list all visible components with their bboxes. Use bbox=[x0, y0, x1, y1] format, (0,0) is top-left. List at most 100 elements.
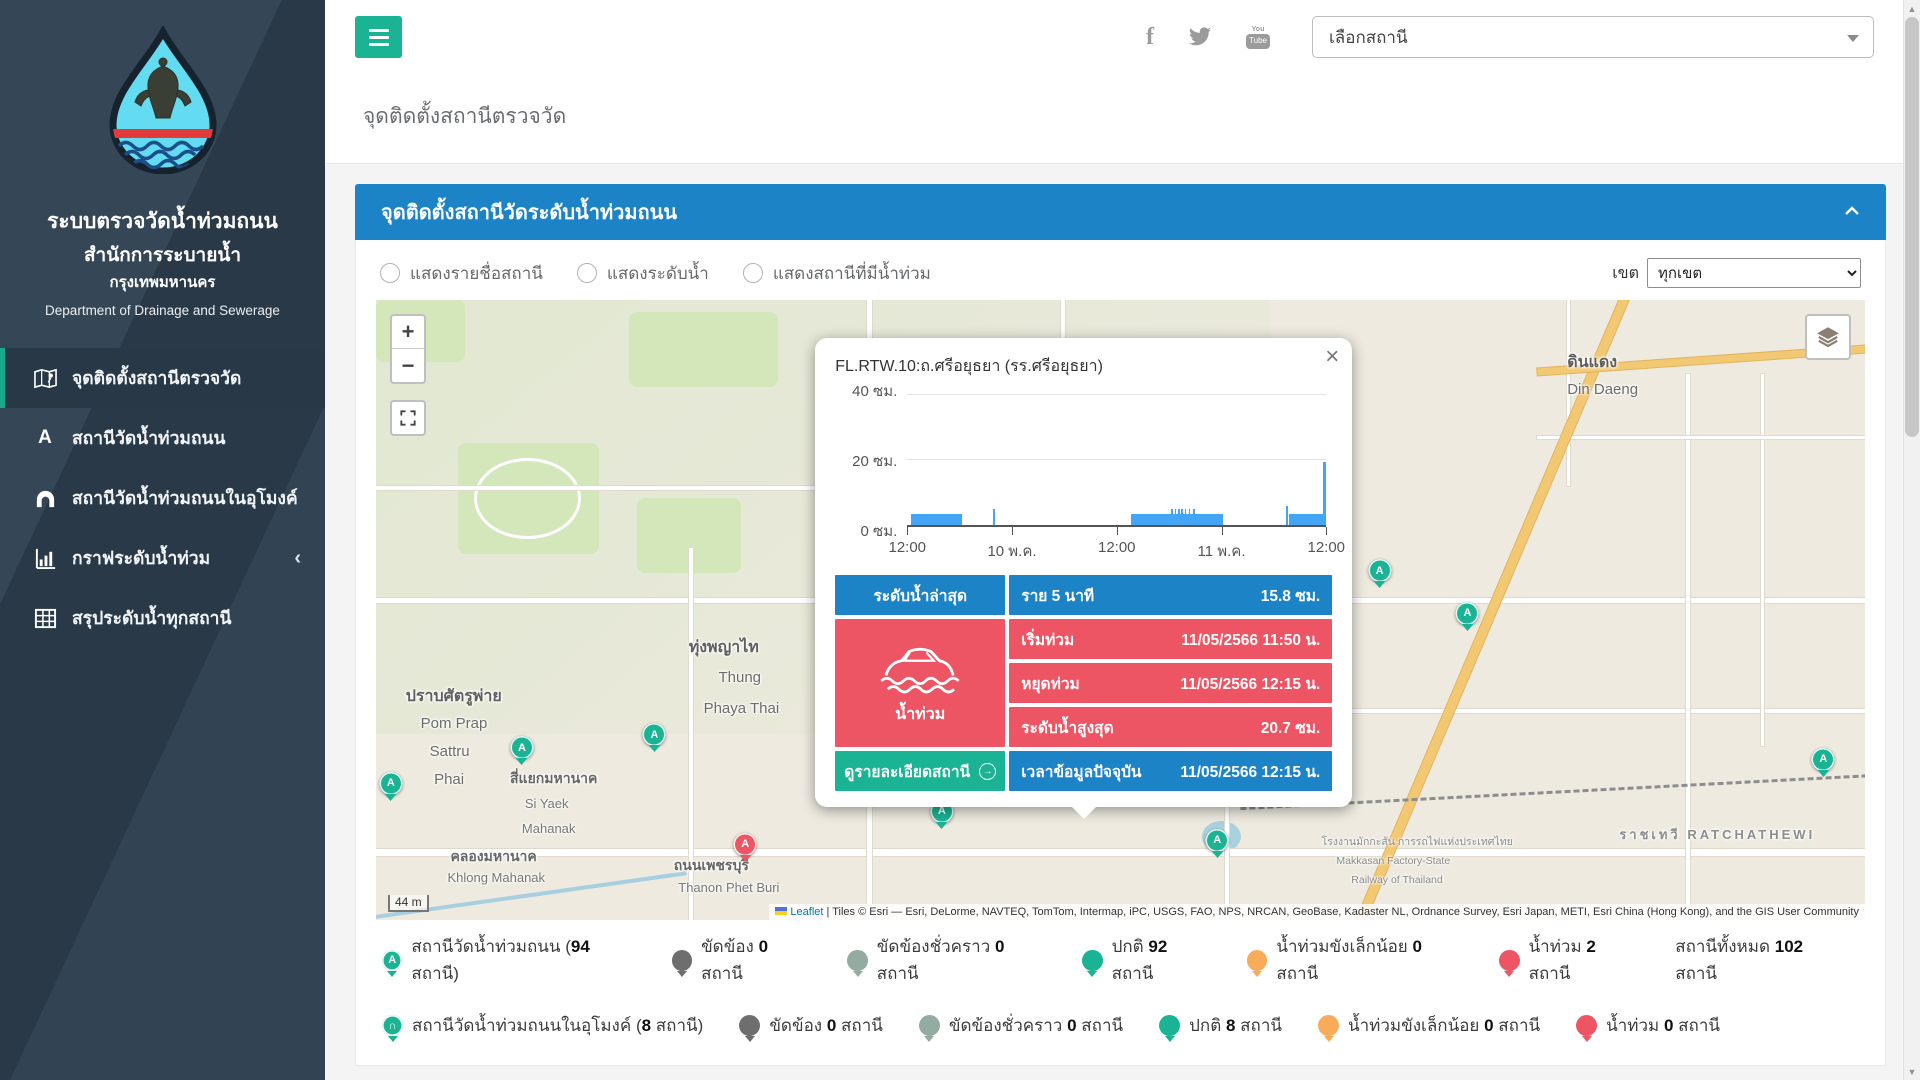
chart-x-tick-mark bbox=[1222, 527, 1223, 535]
legend-pin-icon bbox=[1082, 950, 1102, 971]
map-scale: 44 m bbox=[388, 895, 429, 912]
arrow-right-circle-icon: → bbox=[979, 763, 996, 780]
chart-icon bbox=[30, 547, 60, 570]
chart-gridline bbox=[907, 459, 1326, 460]
popup-table-row: เริ่มท่วม11/05/2566 11:50 น. bbox=[1009, 619, 1332, 659]
popup-row-label: หยุดท่วม bbox=[1021, 671, 1080, 696]
station-detail-button-label: ดูรายละเอียดสถานี bbox=[844, 759, 970, 784]
flood-status-label: น้ำท่วม bbox=[895, 702, 945, 727]
table-icon bbox=[30, 607, 60, 630]
twitter-icon[interactable] bbox=[1188, 27, 1212, 47]
chart-bar bbox=[1323, 462, 1326, 525]
radio-option-label: แสดงรายชื่อสถานี bbox=[410, 260, 543, 287]
popup-row-label: เริ่มท่วม bbox=[1021, 627, 1074, 652]
map-place-label: ดินแดง bbox=[1567, 350, 1617, 375]
chart-gridline bbox=[907, 394, 1326, 395]
chart-bar bbox=[1175, 509, 1177, 525]
map-place-label: Mahanak bbox=[522, 821, 575, 836]
scrollbar-thumb[interactable] bbox=[1905, 17, 1919, 437]
legend-item: น้ำท่วม 2 สถานี bbox=[1499, 933, 1639, 987]
legend-pin-icon bbox=[1499, 950, 1519, 971]
flood-status-cell: น้ำท่วม bbox=[835, 619, 1005, 747]
page-scrollbar[interactable]: ▲ ▼ bbox=[1903, 0, 1920, 1080]
map-place-label: ถนนเพชรบุรี bbox=[674, 855, 749, 877]
layers-control-button[interactable] bbox=[1805, 314, 1851, 360]
map-place-label: Thung bbox=[718, 669, 761, 686]
chart-x-tick-label: 12:00 bbox=[888, 539, 926, 556]
scrollbar-up-arrow[interactable]: ▲ bbox=[1904, 0, 1920, 17]
zoom-out-button[interactable]: − bbox=[392, 349, 424, 382]
scrollbar-down-arrow[interactable]: ▼ bbox=[1904, 1063, 1920, 1080]
legend-pin-icon bbox=[672, 950, 692, 971]
radio-circle-icon[interactable] bbox=[743, 263, 763, 283]
legend-total-label: สถานีทั้งหมด 102 สถานี bbox=[1675, 933, 1845, 987]
legend-pin-icon bbox=[1318, 1015, 1339, 1036]
sidebar-item[interactable]: สถานีวัดน้ำท่วมถนนในอุโมงค์ bbox=[0, 468, 325, 528]
sidebar-item[interactable]: จุดติดตั้งสถานีตรวจวัด bbox=[0, 348, 325, 408]
map-place-label: ทุ่งพญาไท bbox=[689, 635, 759, 660]
chart-y-tick-label: 20 ซม. bbox=[852, 449, 897, 473]
app-title-th: ระบบตรวจวัดน้ำท่วมถนน bbox=[0, 205, 325, 240]
menu-toggle-button[interactable] bbox=[355, 16, 402, 58]
station-select[interactable]: เลือกสถานี bbox=[1312, 16, 1874, 58]
youtube-icon[interactable]: You Tube bbox=[1246, 26, 1270, 49]
station-marker-green[interactable]: A bbox=[1206, 829, 1229, 852]
sidebar-item[interactable]: สรุประดับน้ำทุกสถานี bbox=[0, 588, 325, 648]
popup-table-row: หยุดท่วม11/05/2566 12:15 น. bbox=[1009, 663, 1332, 703]
sidebar-item[interactable]: กราฟระดับน้ำท่วม‹ bbox=[0, 528, 325, 588]
district-select[interactable]: ทุกเขต bbox=[1647, 258, 1861, 288]
legend-pin-icon bbox=[919, 1015, 940, 1036]
chevron-down-icon bbox=[1847, 35, 1859, 42]
zoom-in-button[interactable]: + bbox=[392, 316, 424, 349]
map-place-label: Khlong Mahanak bbox=[447, 870, 545, 885]
map-place-label: Pom Prap bbox=[421, 715, 488, 732]
chart-x-tick-label: 10 พ.ค. bbox=[987, 539, 1036, 563]
station-detail-button[interactable]: ดูรายละเอียดสถานี → bbox=[835, 751, 1005, 791]
station-marker-green[interactable]: A bbox=[1368, 559, 1391, 582]
station-popup: × FL.RTW.10:ถ.ศรีอยุธยา (รร.ศรีอยุธยา) 0… bbox=[815, 338, 1352, 807]
popup-table-row: เวลาข้อมูลปัจจุบัน11/05/2566 12:15 น. bbox=[1009, 751, 1332, 791]
radio-group: แสดงรายชื่อสถานี แสดงระดับน้ำ แสดงสถานีที่… bbox=[380, 260, 965, 287]
legend-item: ∩สถานีวัดน้ำท่วมถนนในอุโมงค์ (8 สถานี) bbox=[382, 1012, 703, 1039]
radio-circle-icon[interactable] bbox=[380, 263, 400, 283]
map-place-label: Phaya Thai bbox=[704, 700, 780, 717]
leaflet-link[interactable]: Leaflet bbox=[790, 906, 823, 918]
chart-bar bbox=[1185, 509, 1187, 525]
latest-level-header: ระดับน้ำล่าสุด bbox=[835, 575, 1005, 615]
map-place-label: Din Daeng bbox=[1567, 381, 1638, 398]
sidebar-menu: จุดติดตั้งสถานีตรวจวัดAสถานีวัดน้ำท่วมถน… bbox=[0, 348, 325, 648]
popup-row-label: ระดับน้ำสูงสุด bbox=[1021, 715, 1113, 740]
legend-item-label: น้ำท่วมขังเล็กน้อย 0 สถานี bbox=[1348, 1012, 1540, 1039]
page-heading: จุดติดตั้งสถานีตรวจวัด bbox=[325, 74, 1920, 164]
chart-bar bbox=[1178, 509, 1180, 525]
sidebar-item[interactable]: Aสถานีวัดน้ำท่วมถนน bbox=[0, 408, 325, 468]
radio-option[interactable]: แสดงระดับน้ำ bbox=[577, 260, 709, 287]
chart-bar bbox=[1289, 514, 1324, 525]
chart-plot-area bbox=[907, 395, 1326, 527]
radio-circle-icon[interactable] bbox=[577, 263, 597, 283]
fullscreen-button[interactable] bbox=[390, 400, 426, 436]
radio-option[interactable]: แสดงสถานีที่มีน้ำท่วม bbox=[743, 260, 931, 287]
station-marker-green[interactable]: A bbox=[510, 736, 533, 759]
station-marker-green[interactable]: A bbox=[1812, 748, 1835, 771]
water-level-chart: 0 ซม.20 ซม.40 ซม. 12:0010 พ.ค.12:0011 พ.… bbox=[835, 395, 1332, 565]
map[interactable]: ดินแดงDin Daengทุ่งพญาไทThungPhaya Thaiป… bbox=[376, 300, 1865, 920]
app-dept-en: Department of Drainage and Sewerage bbox=[0, 300, 325, 322]
sidebar-item-label: สถานีวัดน้ำท่วมถนนในอุโมงค์ bbox=[72, 484, 311, 512]
chart-x-tick-mark bbox=[1326, 527, 1327, 535]
legend-item: ขัดข้อง 0 สถานี bbox=[672, 933, 812, 987]
station-marker-green[interactable]: A bbox=[1456, 602, 1479, 625]
popup-table-row: ระดับน้ำสูงสุด20.7 ซม. bbox=[1009, 707, 1332, 747]
map-icon bbox=[30, 367, 60, 390]
close-icon[interactable]: × bbox=[1325, 345, 1339, 369]
popup-station-title: FL.RTW.10:ถ.ศรีอยุธยา (รร.ศรีอยุธยา) bbox=[835, 354, 1332, 379]
station-marker-green[interactable]: A bbox=[643, 723, 666, 746]
collapse-chevron-up-icon[interactable] bbox=[1844, 203, 1860, 221]
radio-option[interactable]: แสดงรายชื่อสถานี bbox=[380, 260, 543, 287]
legend-item-label: ปกติ 8 สถานี bbox=[1189, 1012, 1282, 1039]
legend-item: ปกติ 8 สถานี bbox=[1159, 1012, 1282, 1039]
station-marker-red[interactable]: A bbox=[734, 833, 757, 856]
station-marker-green[interactable]: A bbox=[379, 772, 402, 795]
map-place-label: Phai bbox=[434, 771, 464, 788]
facebook-icon[interactable]: f bbox=[1146, 24, 1154, 51]
